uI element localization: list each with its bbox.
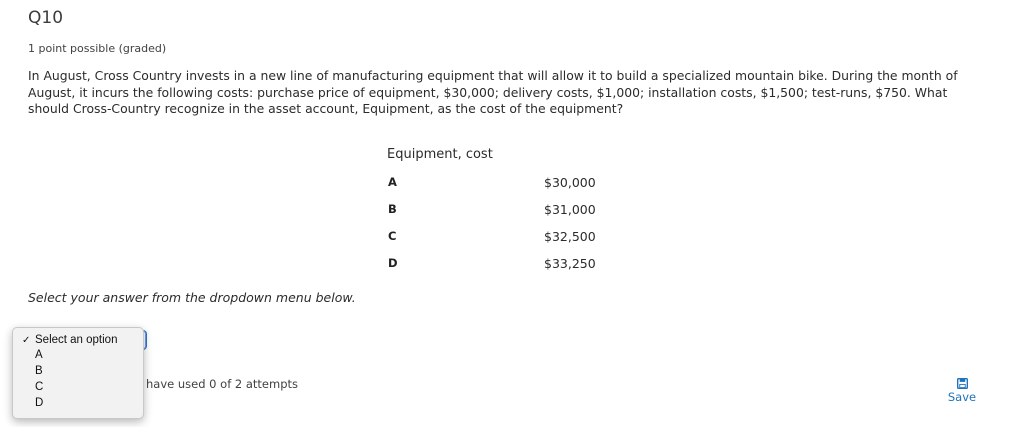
attempts-text: have used 0 of 2 attempts (146, 377, 299, 391)
problem-title: Q10 (28, 8, 64, 28)
dropdown-option-select[interactable]: ✓ Select an option (13, 333, 143, 348)
dropdown-option-label: D (35, 397, 44, 409)
answer-instruction: Select your answer from the dropdown men… (28, 290, 356, 305)
option-letter: A (388, 175, 397, 189)
option-letter: D (388, 256, 398, 270)
option-row-d: D $33,250 (387, 256, 607, 276)
dropdown-option-b[interactable]: B (13, 364, 143, 379)
points-possible: 1 point possible (graded) (28, 42, 167, 55)
dropdown-option-d[interactable]: D (13, 396, 143, 411)
floppy-disk-icon (956, 378, 968, 389)
dropdown-option-label: B (35, 365, 43, 377)
option-letter: B (388, 202, 397, 216)
dropdown-option-label: A (35, 349, 43, 361)
option-value: $33,250 (544, 256, 596, 271)
dropdown-option-c[interactable]: C (13, 380, 143, 395)
answer-dropdown-menu[interactable]: ✓ Select an option A B C D (12, 327, 144, 419)
option-value: $31,000 (544, 202, 596, 217)
dropdown-option-label: C (35, 381, 44, 393)
checkmark-icon: ✓ (22, 335, 31, 346)
option-letter: C (388, 229, 397, 243)
option-row-c: C $32,500 (387, 229, 607, 249)
save-label: Save (947, 390, 977, 404)
option-value: $30,000 (544, 175, 596, 190)
save-button[interactable]: Save (944, 378, 980, 412)
question-text: In August, Cross Country invests in a ne… (28, 68, 958, 116)
option-row-b: B $31,000 (387, 202, 607, 222)
option-row-a: A $30,000 (387, 175, 607, 195)
options-table-header: Equipment, cost (387, 147, 493, 162)
option-value: $32,500 (544, 229, 596, 244)
dropdown-option-label: Select an option (35, 334, 118, 346)
dropdown-option-a[interactable]: A (13, 348, 143, 363)
